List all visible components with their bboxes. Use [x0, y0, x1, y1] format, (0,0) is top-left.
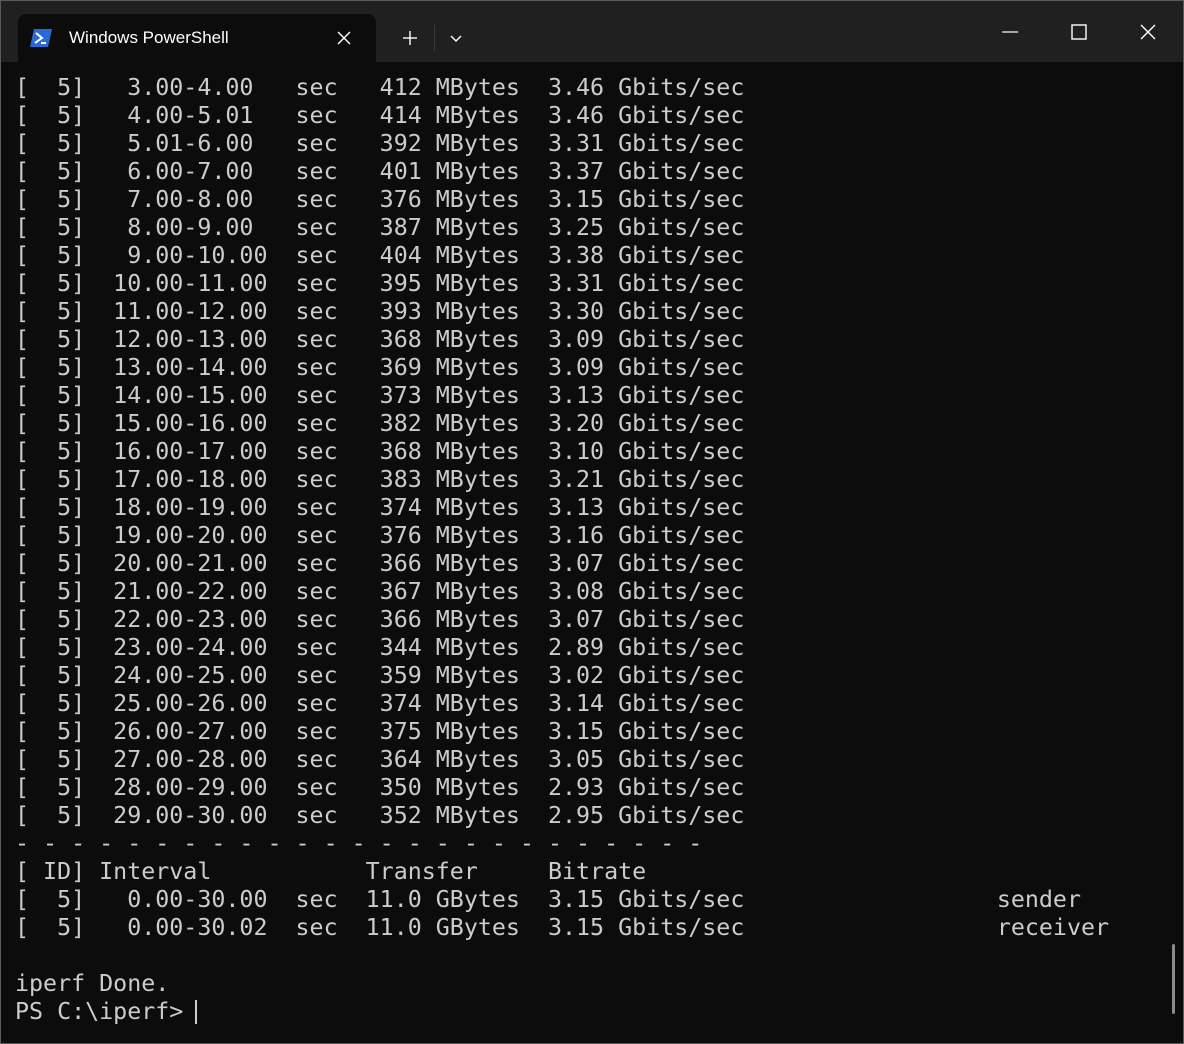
text-cursor: [195, 1000, 198, 1024]
minimize-icon: [1002, 30, 1018, 33]
close-icon: [1140, 24, 1156, 39]
terminal-output[interactable]: [ 5] 3.00-4.00 sec 412 MBytes 3.46 Gbits…: [1, 62, 1183, 1043]
terminal-line: [ 5] 13.00-14.00 sec 369 MBytes 3.09 Gbi…: [15, 354, 745, 381]
chevron-down-icon: [450, 35, 462, 42]
maximize-icon: [1071, 23, 1087, 40]
tab-title: Windows PowerShell: [69, 28, 229, 47]
powershell-icon: [30, 29, 52, 47]
terminal-line: [ 5] 10.00-11.00 sec 395 MBytes 3.31 Gbi…: [15, 270, 745, 297]
terminal-line: [ 5] 6.00-7.00 sec 401 MBytes 3.37 Gbits…: [15, 158, 745, 185]
terminal-line: [ 5] 4.00-5.01 sec 414 MBytes 3.46 Gbits…: [15, 102, 745, 129]
scrollbar[interactable]: [1168, 62, 1178, 1043]
close-button[interactable]: [1114, 1, 1182, 62]
terminal-line: [ 5] 5.01-6.00 sec 392 MBytes 3.31 Gbits…: [15, 130, 745, 157]
terminal-line: [ 5] 29.00-30.00 sec 352 MBytes 2.95 Gbi…: [15, 802, 745, 829]
tab-separator: [434, 25, 435, 51]
maximize-button[interactable]: [1045, 1, 1113, 62]
terminal-line: [ 5] 16.00-17.00 sec 368 MBytes 3.10 Gbi…: [15, 438, 745, 465]
title-bar[interactable]: Windows PowerShell: [1, 1, 1183, 62]
terminal-line: [ 5] 27.00-28.00 sec 364 MBytes 3.05 Gbi…: [15, 746, 745, 773]
terminal-line: [ 5] 25.00-26.00 sec 374 MBytes 3.14 Gbi…: [15, 690, 745, 717]
terminal-line: [ 5] 22.00-23.00 sec 366 MBytes 3.07 Gbi…: [15, 606, 745, 633]
terminal-line: [ 5] 0.00-30.02 sec 11.0 GBytes 3.15 Gbi…: [15, 914, 1110, 941]
terminal-line: [ 5] 19.00-20.00 sec 376 MBytes 3.16 Gbi…: [15, 522, 745, 549]
terminal-line: [ ID] Interval Transfer Bitrate: [15, 858, 647, 885]
prompt-line[interactable]: PS C:\iperf>: [15, 998, 1109, 1026]
terminal-line: [ 5] 23.00-24.00 sec 344 MBytes 2.89 Gbi…: [15, 634, 745, 661]
terminal-line: [ 5] 8.00-9.00 sec 387 MBytes 3.25 Gbits…: [15, 214, 745, 241]
prompt: PS C:\iperf>: [15, 998, 184, 1025]
terminal-line: [ 5] 15.00-16.00 sec 382 MBytes 3.20 Gbi…: [15, 410, 745, 437]
scroll-thumb[interactable]: [1172, 944, 1175, 1014]
terminal-line: [ 5] 9.00-10.00 sec 404 MBytes 3.38 Gbit…: [15, 242, 745, 269]
terminal-line: [ 5] 7.00-8.00 sec 376 MBytes 3.15 Gbits…: [15, 186, 745, 213]
terminal-line: [ 5] 0.00-30.00 sec 11.0 GBytes 3.15 Gbi…: [15, 886, 1081, 913]
terminal-line: [ 5] 14.00-15.00 sec 373 MBytes 3.13 Gbi…: [15, 382, 745, 409]
terminal-line: [ 5] 20.00-21.00 sec 366 MBytes 3.07 Gbi…: [15, 550, 745, 577]
tab-close-button[interactable]: [332, 26, 356, 50]
terminal-line: [ 5] 17.00-18.00 sec 383 MBytes 3.21 Gbi…: [15, 466, 745, 493]
tab-dropdown-button[interactable]: [441, 23, 471, 53]
tab-windows-powershell[interactable]: Windows PowerShell: [18, 14, 376, 62]
terminal-line: [ 5] 12.00-13.00 sec 368 MBytes 3.09 Gbi…: [15, 326, 745, 353]
terminal-line: [ 5] 26.00-27.00 sec 375 MBytes 3.15 Gbi…: [15, 718, 745, 745]
new-tab-button[interactable]: [395, 23, 425, 53]
terminal-line: [ 5] 28.00-29.00 sec 350 MBytes 2.93 Gbi…: [15, 774, 745, 801]
terminal-line: iperf Done.: [15, 970, 170, 997]
terminal-line: - - - - - - - - - - - - - - - - - - - - …: [15, 830, 703, 857]
terminal-line: [ 5] 3.00-4.00 sec 412 MBytes 3.46 Gbits…: [15, 74, 745, 101]
terminal-line: [ 5] 24.00-25.00 sec 359 MBytes 3.02 Gbi…: [15, 662, 745, 689]
close-icon: [337, 31, 351, 45]
terminal-line: [ 5] 21.00-22.00 sec 367 MBytes 3.08 Gbi…: [15, 578, 745, 605]
terminal-line: [ 5] 18.00-19.00 sec 374 MBytes 3.13 Gbi…: [15, 494, 745, 521]
plus-icon: [403, 31, 417, 45]
terminal-lines: [ 5] 3.00-4.00 sec 412 MBytes 3.46 Gbits…: [15, 74, 1109, 1026]
powershell-window: Windows PowerShell [5] 3.00-4.00 sec 41…: [0, 0, 1184, 1044]
terminal-line: [ 5] 11.00-12.00 sec 393 MBytes 3.30 Gbi…: [15, 298, 745, 325]
minimize-button[interactable]: [976, 1, 1044, 62]
